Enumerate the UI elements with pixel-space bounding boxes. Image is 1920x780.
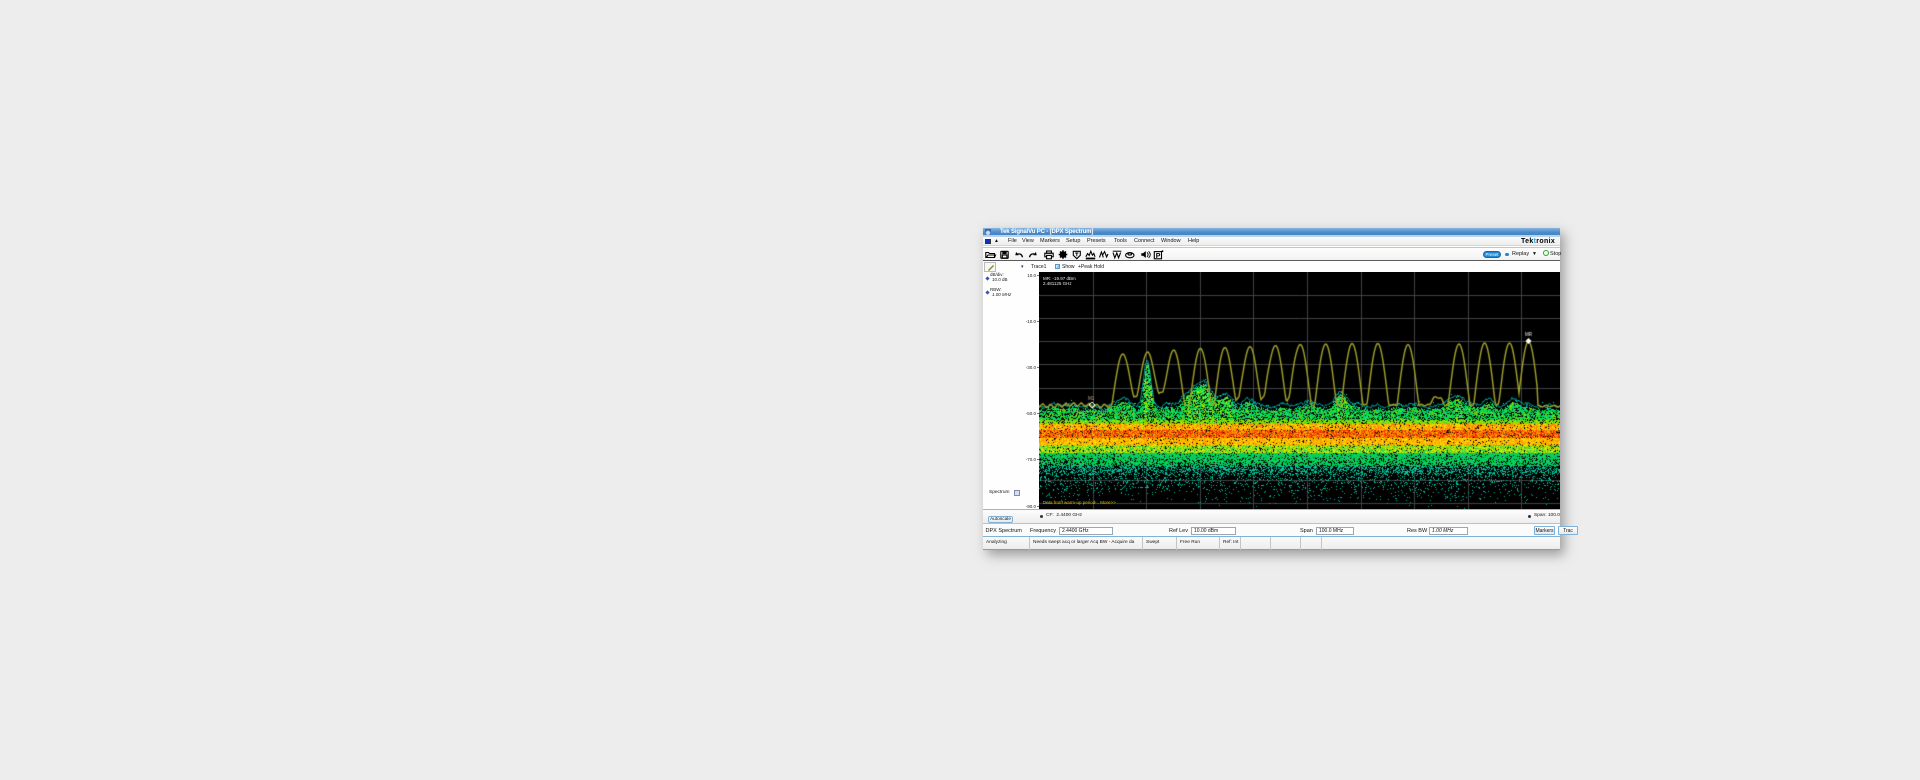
svg-text:P: P bbox=[1156, 252, 1161, 259]
